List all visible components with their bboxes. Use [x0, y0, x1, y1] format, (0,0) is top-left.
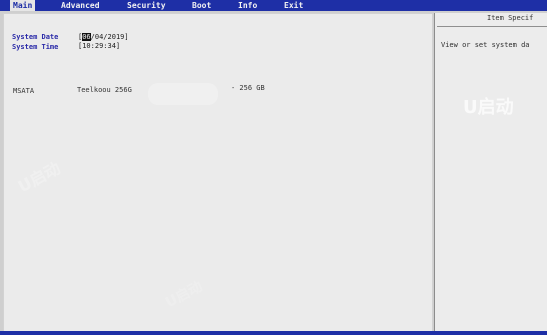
system-time-label[interactable]: System Time — [12, 43, 58, 51]
watermark-logo: U启动 — [163, 278, 206, 312]
main-settings-panel: System Date [06/04/2019] System Time [10… — [3, 13, 433, 333]
item-help-panel: Item Specif View or set system da U启动 — [434, 13, 547, 331]
obscured-region — [148, 83, 218, 105]
device-size: - 256 GB — [231, 84, 265, 92]
tab-exit[interactable]: Exit — [284, 0, 303, 11]
tab-advanced[interactable]: Advanced — [61, 0, 100, 11]
system-date-month-cursor[interactable]: 06 — [82, 33, 91, 41]
bios-menubar: Main Advanced Security Boot Info Exit — [0, 0, 547, 11]
help-title: Item Specif — [487, 14, 534, 22]
system-date-label[interactable]: System Date — [12, 33, 58, 41]
watermark-logo: U启动 — [463, 97, 514, 118]
help-text: View or set system da — [441, 41, 530, 49]
tab-info[interactable]: Info — [238, 0, 257, 11]
system-date-rest: /04/2019] — [90, 33, 129, 41]
help-divider — [437, 26, 547, 27]
tab-security[interactable]: Security — [127, 0, 166, 11]
watermark-logo: U启动 — [14, 158, 64, 197]
device-name: Teelkoou 256G — [77, 86, 132, 94]
system-date-field[interactable]: [06/04/2019] — [78, 33, 129, 41]
system-time-field[interactable]: [10:29:34] — [78, 42, 120, 50]
bios-bottom-bar — [0, 331, 547, 335]
device-type-label: MSATA — [13, 87, 35, 95]
tab-boot[interactable]: Boot — [192, 0, 211, 11]
tab-main[interactable]: Main — [10, 0, 36, 11]
